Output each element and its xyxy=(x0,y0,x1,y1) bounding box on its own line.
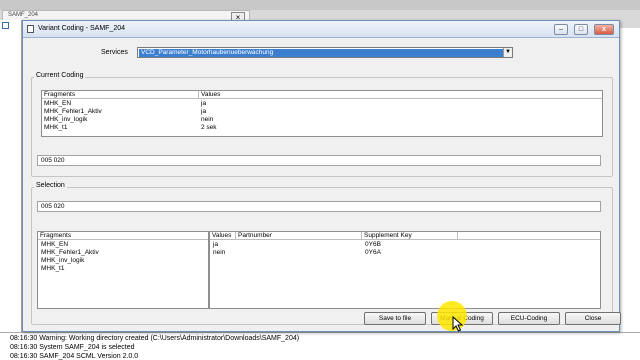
list-item[interactable]: MHK_inv_logik xyxy=(39,257,84,265)
table-cell-value: 2 sek xyxy=(201,124,217,131)
table-cell-value: ja xyxy=(201,108,207,115)
table-cell-supplement: 0Y6B xyxy=(365,241,381,248)
background-tab[interactable]: SAMF_204 xyxy=(8,12,44,19)
close-button[interactable]: Close xyxy=(565,312,621,325)
minimize-button[interactable]: – xyxy=(554,24,568,35)
table-cell-value[interactable]: nein xyxy=(211,249,225,257)
dialog-title: Variant Coding - SAMF_204 xyxy=(38,25,126,32)
selection-fragments-list[interactable]: Fragments MHK_EN MHK_Fehler1_Aktiv MHK_i… xyxy=(37,231,209,309)
list-item[interactable]: MHK_t1 xyxy=(39,265,64,273)
log-line: 08:16:30 Warning: Working directory crea… xyxy=(10,335,300,342)
current-coding-string: 005 020 xyxy=(37,155,601,166)
save-to-file-button[interactable]: Save to file xyxy=(364,312,426,325)
log-line: 08:16:30 SAMF_204 SCML Version 2.0.0 xyxy=(10,353,139,360)
column-header-fragments[interactable]: Fragments xyxy=(38,232,208,240)
table-cell-fragment[interactable]: MHK_t1 xyxy=(42,124,67,132)
table-cell-value: ja xyxy=(201,100,207,107)
background-titlebar xyxy=(0,0,640,10)
column-header-partnumber[interactable]: Partnumber xyxy=(236,232,362,240)
column-header-fragments[interactable]: Fragments xyxy=(42,91,199,99)
column-header-values[interactable]: Values xyxy=(210,232,236,240)
tree-node-icon[interactable] xyxy=(2,22,9,29)
ecu-coding-button[interactable]: ECU-Coding xyxy=(498,312,560,325)
current-coding-table[interactable]: Fragments Values MHK_EN ja MHK_Fehler1_A… xyxy=(41,90,603,137)
column-header-values[interactable]: Values xyxy=(199,91,602,99)
maximize-button[interactable]: □ xyxy=(574,24,588,35)
window-icon xyxy=(27,25,34,33)
mouse-pointer-icon xyxy=(452,316,464,332)
column-header-supplement-key[interactable]: Supplement Key xyxy=(362,232,458,240)
dialog-titlebar[interactable]: Variant Coding - SAMF_204 – □ x xyxy=(23,21,619,38)
column-header-empty xyxy=(458,232,600,240)
list-item[interactable]: MHK_EN xyxy=(39,241,68,249)
table-cell-value: nein xyxy=(201,116,214,123)
selection-coding-string[interactable]: 005 020 xyxy=(37,201,601,212)
background-left-pane xyxy=(0,20,22,332)
chevron-down-icon[interactable]: ▼ xyxy=(503,48,512,57)
list-item[interactable]: MHK_Fehler1_Aktiv xyxy=(39,249,99,257)
selection-label: Selection xyxy=(34,182,67,189)
close-window-button[interactable]: x xyxy=(594,24,614,35)
table-cell-supplement: 0Y6A xyxy=(365,249,381,256)
table-cell-fragment[interactable]: MHK_EN xyxy=(42,100,71,108)
table-cell-fragment[interactable]: MHK_Fehler1_Aktiv xyxy=(42,108,102,116)
services-selected-value: VCD_Parameter_Motorhaubenueberwachung xyxy=(139,49,503,57)
table-cell-fragment[interactable]: MHK_inv_logik xyxy=(42,116,87,124)
log-line: 08:16:30 System SAMF_204 is selected xyxy=(10,344,135,351)
current-coding-label: Current Coding xyxy=(34,72,86,79)
services-dropdown[interactable]: VCD_Parameter_Motorhaubenueberwachung ▼ xyxy=(137,47,513,58)
variant-coding-dialog: Variant Coding - SAMF_204 – □ x Services… xyxy=(22,20,621,332)
table-cell-value[interactable]: ja xyxy=(211,241,218,249)
log-panel: 08:16:30 Warning: Working directory crea… xyxy=(0,332,640,360)
selection-values-table[interactable]: Values Partnumber Supplement Key ja 0Y6B… xyxy=(209,231,601,309)
services-label: Services xyxy=(101,49,128,56)
